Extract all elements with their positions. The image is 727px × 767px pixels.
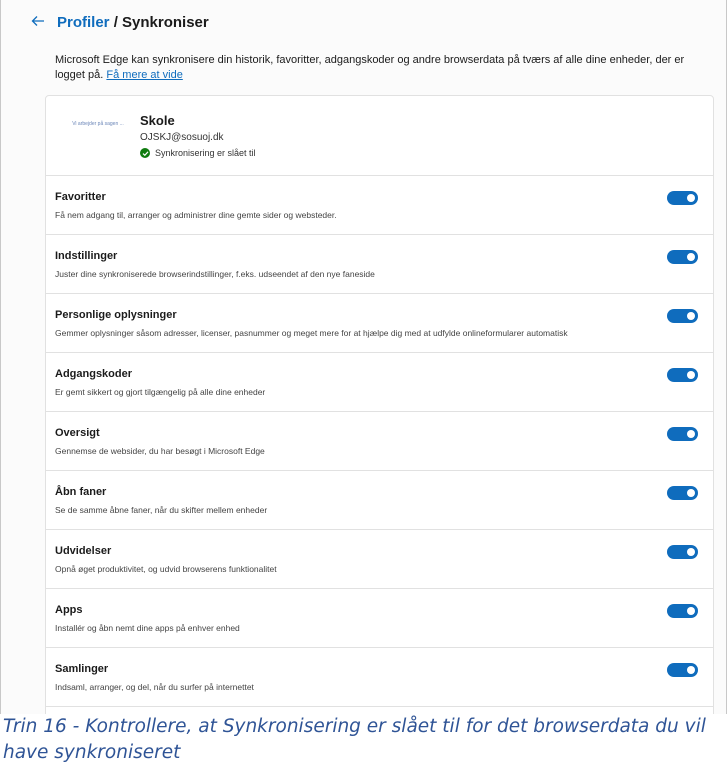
profiles-link[interactable]: Profiler bbox=[57, 14, 110, 31]
sync-item-title: Udvidelser bbox=[55, 545, 112, 557]
toggle-knob bbox=[687, 666, 695, 674]
sync-toggle[interactable] bbox=[667, 604, 698, 618]
sync-toggle[interactable] bbox=[667, 486, 698, 500]
sync-toggle[interactable] bbox=[667, 191, 698, 205]
sync-item-personlige-oplysninger: Personlige oplysninger Gemmer oplysninger… bbox=[46, 294, 713, 353]
sync-item-samlinger: Samlinger Indsaml, arranger, og del, når … bbox=[46, 648, 713, 707]
profile-name: Skole bbox=[140, 113, 175, 128]
toggle-knob bbox=[687, 371, 695, 379]
sync-status: Synkronisering er slået til bbox=[140, 148, 256, 158]
sync-items-list: Favoritter Få nem adgang til, arranger og… bbox=[46, 176, 713, 714]
toggle-knob bbox=[687, 607, 695, 615]
sync-item-title: Apps bbox=[55, 604, 83, 616]
sync-item-description: Er gemt sikkert og gjort tilgængelig på … bbox=[55, 387, 266, 397]
toggle-knob bbox=[687, 253, 695, 261]
sync-item-description: Opnå øget produktivitet, og udvid browse… bbox=[55, 564, 277, 574]
page-title: Synkroniser bbox=[122, 13, 209, 31]
sync-item-description: Gennemse de websider, du har besøgt i Mi… bbox=[55, 446, 265, 456]
sync-toggle[interactable] bbox=[667, 250, 698, 264]
sync-item-favoritter: Favoritter Få nem adgang til, arranger og… bbox=[46, 176, 713, 235]
toggle-knob bbox=[687, 430, 695, 438]
sync-toggle[interactable] bbox=[667, 368, 698, 382]
sync-item-title: Favoritter bbox=[55, 191, 106, 203]
sync-toggle[interactable] bbox=[667, 427, 698, 441]
checkmark-circle-icon bbox=[140, 148, 150, 158]
sync-status-text: Synkronisering er slået til bbox=[155, 148, 256, 158]
sync-item-udvidelser: Udvidelser Opnå øget produktivitet, og ud… bbox=[46, 530, 713, 589]
learn-more-link[interactable]: Få mere at vide bbox=[106, 69, 182, 81]
sync-item-title: Åbn faner bbox=[55, 486, 107, 498]
figure-caption: Trin 16 - Kontrollere, at Synkronisering… bbox=[0, 714, 727, 767]
sync-item-aabn-faner: Åbn faner Se de samme åbne faner, når du … bbox=[46, 471, 713, 530]
profile-section: Vi arbejder på sagen ... Skole OJSKJ@sos… bbox=[46, 96, 713, 176]
sync-card: Vi arbejder på sagen ... Skole OJSKJ@sos… bbox=[45, 95, 714, 714]
sync-item-title: Oversigt bbox=[55, 427, 100, 439]
profile-email: OJSKJ@sosuoj.dk bbox=[140, 132, 224, 143]
sync-item-description: Installér og åbn nemt dine apps på enhve… bbox=[55, 623, 240, 633]
sync-item-title: Indstillinger bbox=[55, 250, 118, 262]
toggle-knob bbox=[687, 489, 695, 497]
sync-item-title: Samlinger bbox=[55, 663, 109, 675]
sync-item-apps: Apps Installér og åbn nemt dine apps på e… bbox=[46, 589, 713, 648]
sync-toggle[interactable] bbox=[667, 545, 698, 559]
breadcrumb-separator: / bbox=[113, 13, 118, 31]
sync-toggle[interactable] bbox=[667, 663, 698, 677]
toggle-knob bbox=[687, 312, 695, 320]
sync-item-oversigt: Oversigt Gennemse de websider, du har bes… bbox=[46, 412, 713, 471]
sync-item-description: Juster dine synkroniserede browserindsti… bbox=[55, 269, 375, 279]
sync-item-description: Indsaml, arranger, og del, når du surfer… bbox=[55, 682, 254, 692]
sync-item-description: Se de samme åbne faner, når du skifter m… bbox=[55, 505, 268, 515]
sync-description: Microsoft Edge kan synkronisere din hist… bbox=[55, 53, 715, 83]
sync-toggle[interactable] bbox=[667, 309, 698, 323]
breadcrumb: Profiler / Synkroniser bbox=[31, 12, 209, 32]
toggle-knob bbox=[687, 194, 695, 202]
sync-item-title: Adgangskoder bbox=[55, 368, 133, 380]
avatar: Vi arbejder på sagen ... bbox=[72, 121, 124, 127]
sync-item-adgangskoder: Adgangskoder Er gemt sikkert og gjort til… bbox=[46, 353, 713, 412]
sync-item-title: Personlige oplysninger bbox=[55, 309, 177, 321]
sync-item-indstillinger: Indstillinger Juster dine synkroniserede … bbox=[46, 235, 713, 294]
settings-window: Profiler / Synkroniser Microsoft Edge ka… bbox=[0, 0, 727, 714]
arrow-left-icon[interactable] bbox=[31, 12, 47, 32]
toggle-knob bbox=[687, 548, 695, 556]
sync-item-description: Få nem adgang til, arranger og administr… bbox=[55, 210, 337, 220]
sync-item-aktiver-i-tegnebog: Aktiver i tegnebog bbox=[46, 707, 713, 714]
sync-item-description: Gemmer oplysninger såsom adresser, licen… bbox=[55, 328, 568, 338]
